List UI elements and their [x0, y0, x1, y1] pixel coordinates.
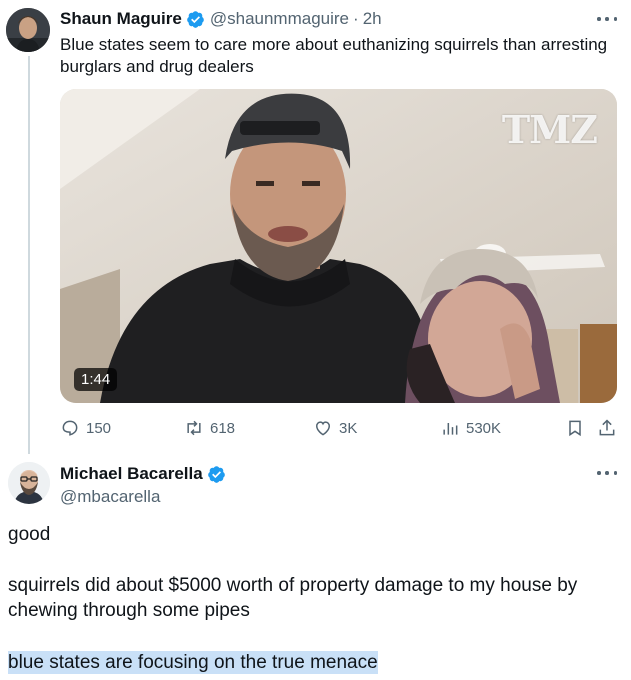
view-count: 530K: [466, 419, 502, 437]
tweet-paragraph: good: [8, 524, 51, 545]
like-icon: [315, 421, 331, 436]
bookmark-button[interactable]: [565, 416, 585, 440]
video-player[interactable]: TMZ 1:44: [60, 89, 617, 403]
author-name[interactable]: Shaun Maguire: [60, 9, 182, 29]
selected-text: blue states are focusing on the true men…: [8, 651, 378, 674]
retweet-button[interactable]: 618: [184, 416, 235, 440]
verified-badge-icon: [187, 10, 204, 28]
video-duration: 1:44: [74, 368, 118, 391]
tmz-watermark: TMZ: [501, 107, 598, 152]
like-count: 3K: [339, 419, 358, 437]
bookmark-icon: [569, 420, 581, 437]
avatar[interactable]: [6, 8, 50, 52]
reply-count: 150: [86, 419, 112, 437]
author-handle[interactable]: @shaunmmaguire: [210, 9, 349, 29]
separator-dot: ·: [353, 9, 359, 28]
tweet-paragraph-selected: blue states are focusing on the true men…: [8, 650, 608, 675]
avatar[interactable]: [8, 462, 50, 504]
views-button[interactable]: 530K: [440, 416, 501, 440]
tweet-text: Blue states seem to care more about euth…: [60, 35, 608, 76]
tweet-header: Michael Bacarella @mbacarella: [60, 463, 231, 508]
like-button[interactable]: 3K: [313, 416, 357, 440]
author-handle[interactable]: @mbacarella: [60, 486, 231, 508]
share-button[interactable]: [597, 416, 617, 440]
retweet-count: 618: [210, 419, 236, 437]
tweet-header: Shaun Maguire @shaunmmaguire · 2h: [60, 8, 382, 30]
avatar-image: [6, 8, 50, 52]
author-name[interactable]: Michael Bacarella: [60, 464, 203, 484]
share-icon: [599, 419, 615, 436]
views-icon: [443, 423, 458, 435]
retweet-icon: [187, 420, 201, 436]
avatar-image: [8, 462, 50, 504]
more-icon[interactable]: [597, 469, 617, 477]
tweet-paragraph: squirrels did about $5000 worth of prope…: [8, 575, 578, 621]
reply-icon: [62, 420, 78, 436]
timestamp[interactable]: 2h: [363, 9, 382, 29]
more-icon[interactable]: [597, 15, 617, 23]
action-bar: 150 618 3K 530K: [60, 416, 620, 440]
thread-line: [28, 56, 30, 454]
verified-badge-icon: [207, 465, 225, 483]
reply-button[interactable]: 150: [60, 416, 111, 440]
